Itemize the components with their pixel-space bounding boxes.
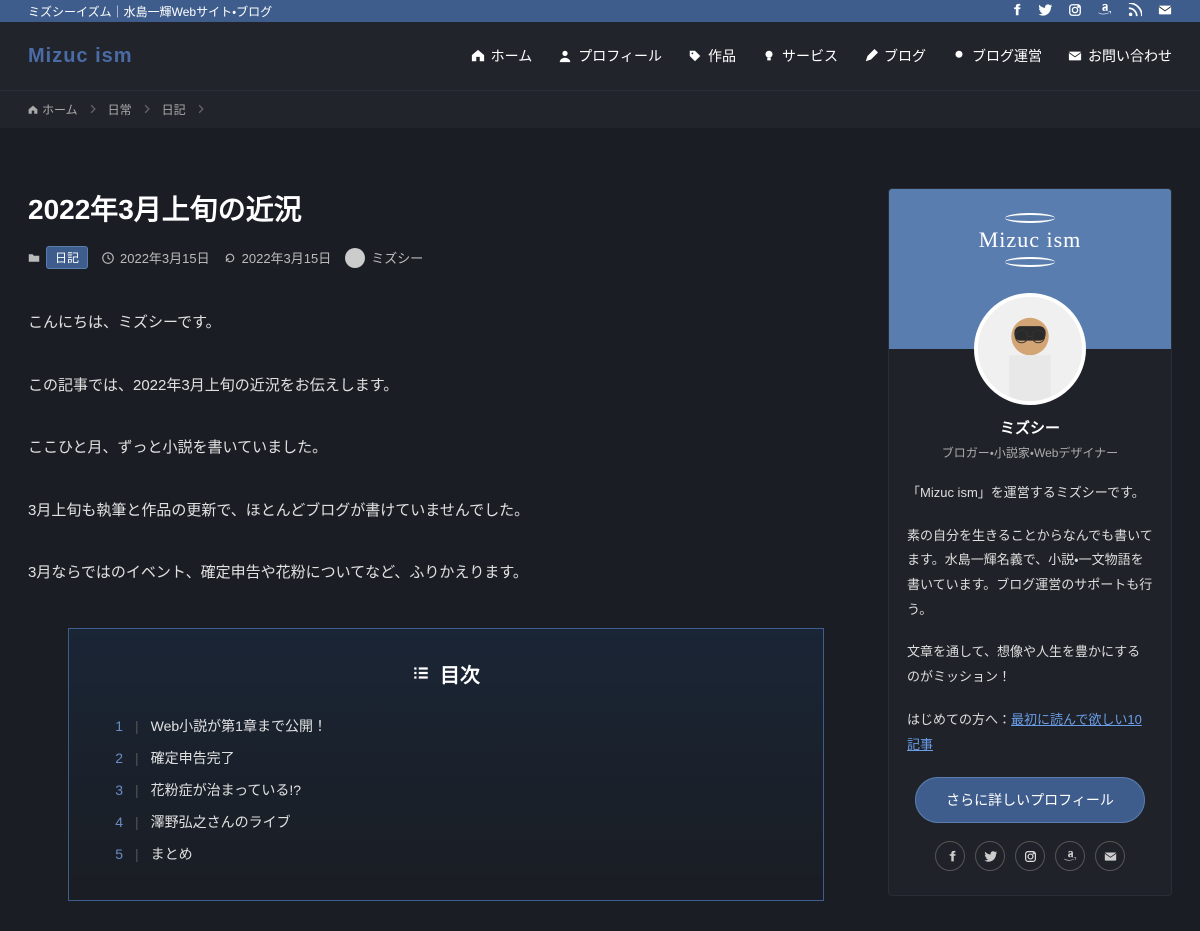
breadcrumb-daily[interactable]: 日常 [108, 101, 132, 118]
folder-icon [28, 252, 40, 264]
toc-item[interactable]: 1|Web小説が第1章まで公開！ [109, 710, 783, 742]
nav-home[interactable]: ホーム [471, 46, 533, 66]
pen-icon [864, 49, 878, 63]
bulb-icon [762, 49, 776, 63]
profile-card: Mizuc ism ミズシー ブロガー・小説家・Webデザイナー 「Mizuc … [888, 188, 1172, 896]
chevron-right-icon [196, 103, 206, 117]
sidebar: Mizuc ism ミズシー ブロガー・小説家・Webデザイナー 「Mizuc … [888, 188, 1172, 901]
toc-list: 1|Web小説が第1章まで公開！ 2|確定申告完了 3|花粉症が治まっている!?… [109, 710, 783, 870]
rss-icon[interactable] [1128, 3, 1142, 20]
mail-icon [1068, 49, 1082, 63]
meta-published: 2022年3月15日 [102, 248, 210, 267]
nav-bar: Mizuc ism ホーム プロフィール 作品 サービス ブログ ブログ運営 お… [0, 22, 1200, 90]
facebook-icon[interactable] [1008, 3, 1022, 20]
article-title: 2022年3月上旬の近況 [28, 188, 864, 228]
mail-icon[interactable] [1095, 841, 1125, 871]
profile-role: ブロガー・小説家・Webデザイナー [907, 444, 1153, 461]
profile-name: ミズシー [907, 417, 1153, 438]
toc-item[interactable]: 4|澤野弘之さんのライブ [109, 806, 783, 838]
nav-contact[interactable]: お問い合わせ [1068, 46, 1172, 66]
twitter-icon[interactable] [975, 841, 1005, 871]
profile-logo-text: Mizuc ism [979, 227, 1082, 253]
toc-title: 目次 [109, 659, 783, 688]
article-meta: 日記 2022年3月15日 2022年3月15日 ミズシー [28, 246, 864, 269]
meta-author[interactable]: ミズシー [345, 248, 423, 268]
paragraph: こんにちは、ミズシーです。 [28, 309, 864, 338]
tag-icon [688, 49, 702, 63]
profile-body: ミズシー ブロガー・小説家・Webデザイナー 「Mizuc ism」を運営するミ… [889, 349, 1171, 895]
paragraph: 3月上旬も執筆と作品の更新で、ほとんどブログが書けていませんでした。 [28, 497, 864, 526]
paragraph: 3月ならではのイベント、確定申告や花粉についてなど、ふりかえります。 [28, 559, 864, 588]
facebook-icon[interactable] [935, 841, 965, 871]
site-tagline: ミズシーイズム｜水島一輝Webサイト・ブログ [28, 3, 272, 20]
breadcrumb: ホーム 日常 日記 [0, 90, 1200, 128]
nav-menu: ホーム プロフィール 作品 サービス ブログ ブログ運営 お問い合わせ [471, 46, 1172, 66]
home-icon [28, 105, 38, 115]
site-logo[interactable]: Mizuc ism [28, 45, 133, 68]
paragraph: この記事では、2022年3月上旬の近況をお伝えします。 [28, 372, 864, 401]
instagram-icon[interactable] [1068, 3, 1082, 20]
nav-profile[interactable]: プロフィール [558, 46, 662, 66]
amazon-icon[interactable] [1055, 841, 1085, 871]
amazon-icon[interactable] [1098, 3, 1112, 20]
mail-icon[interactable] [1158, 3, 1172, 20]
chevron-right-icon [142, 103, 152, 117]
profile-desc: 文章を通して、想像や人生を豊かにするのがミッション！ [907, 640, 1153, 689]
user-icon [558, 49, 572, 63]
nav-service[interactable]: サービス [762, 46, 838, 66]
category-badge[interactable]: 日記 [46, 246, 88, 269]
paragraph: ここひと月、ずっと小説を書いていました。 [28, 434, 864, 463]
profile-intro: はじめての方へ：最初に読んで欲しい10記事 [907, 708, 1153, 757]
instagram-icon[interactable] [1015, 841, 1045, 871]
pin-icon [952, 49, 966, 63]
profile-avatar [974, 293, 1086, 405]
top-bar: ミズシーイズム｜水島一輝Webサイト・ブログ [0, 0, 1200, 22]
logo-decoration [1005, 213, 1055, 223]
meta-category: 日記 [28, 246, 88, 269]
main-content: 2022年3月上旬の近況 日記 2022年3月15日 2022年3月15日 ミズ… [28, 188, 864, 901]
top-social-links [1008, 3, 1172, 20]
twitter-icon[interactable] [1038, 3, 1052, 20]
author-avatar [345, 248, 365, 268]
breadcrumb-home[interactable]: ホーム [28, 101, 78, 118]
nav-blog-ops[interactable]: ブログ運営 [952, 46, 1042, 66]
nav-blog[interactable]: ブログ [864, 46, 926, 66]
chevron-right-icon [88, 103, 98, 117]
logo-decoration [1005, 257, 1055, 267]
nav-works[interactable]: 作品 [688, 46, 736, 66]
refresh-icon [224, 252, 236, 264]
home-icon [471, 49, 485, 63]
toc-item[interactable]: 2|確定申告完了 [109, 742, 783, 774]
profile-detail-button[interactable]: さらに詳しいプロフィール [915, 777, 1145, 823]
profile-header: Mizuc ism [889, 189, 1171, 349]
table-of-contents: 目次 1|Web小説が第1章まで公開！ 2|確定申告完了 3|花粉症が治まってい… [68, 628, 824, 901]
clock-icon [102, 252, 114, 264]
list-icon [412, 664, 430, 682]
profile-desc: 素の自分を生きることからなんでも書いてます。水島一輝名義で、小説・一文物語を書い… [907, 524, 1153, 623]
profile-desc: 「Mizuc ism」を運営するミズシーです。 [907, 481, 1153, 506]
toc-item[interactable]: 3|花粉症が治まっている!? [109, 774, 783, 806]
profile-socials [907, 841, 1153, 871]
article-body: こんにちは、ミズシーです。 この記事では、2022年3月上旬の近況をお伝えします… [28, 309, 864, 588]
meta-updated: 2022年3月15日 [224, 248, 332, 267]
breadcrumb-diary[interactable]: 日記 [162, 101, 186, 118]
toc-item[interactable]: 5|まとめ [109, 838, 783, 870]
